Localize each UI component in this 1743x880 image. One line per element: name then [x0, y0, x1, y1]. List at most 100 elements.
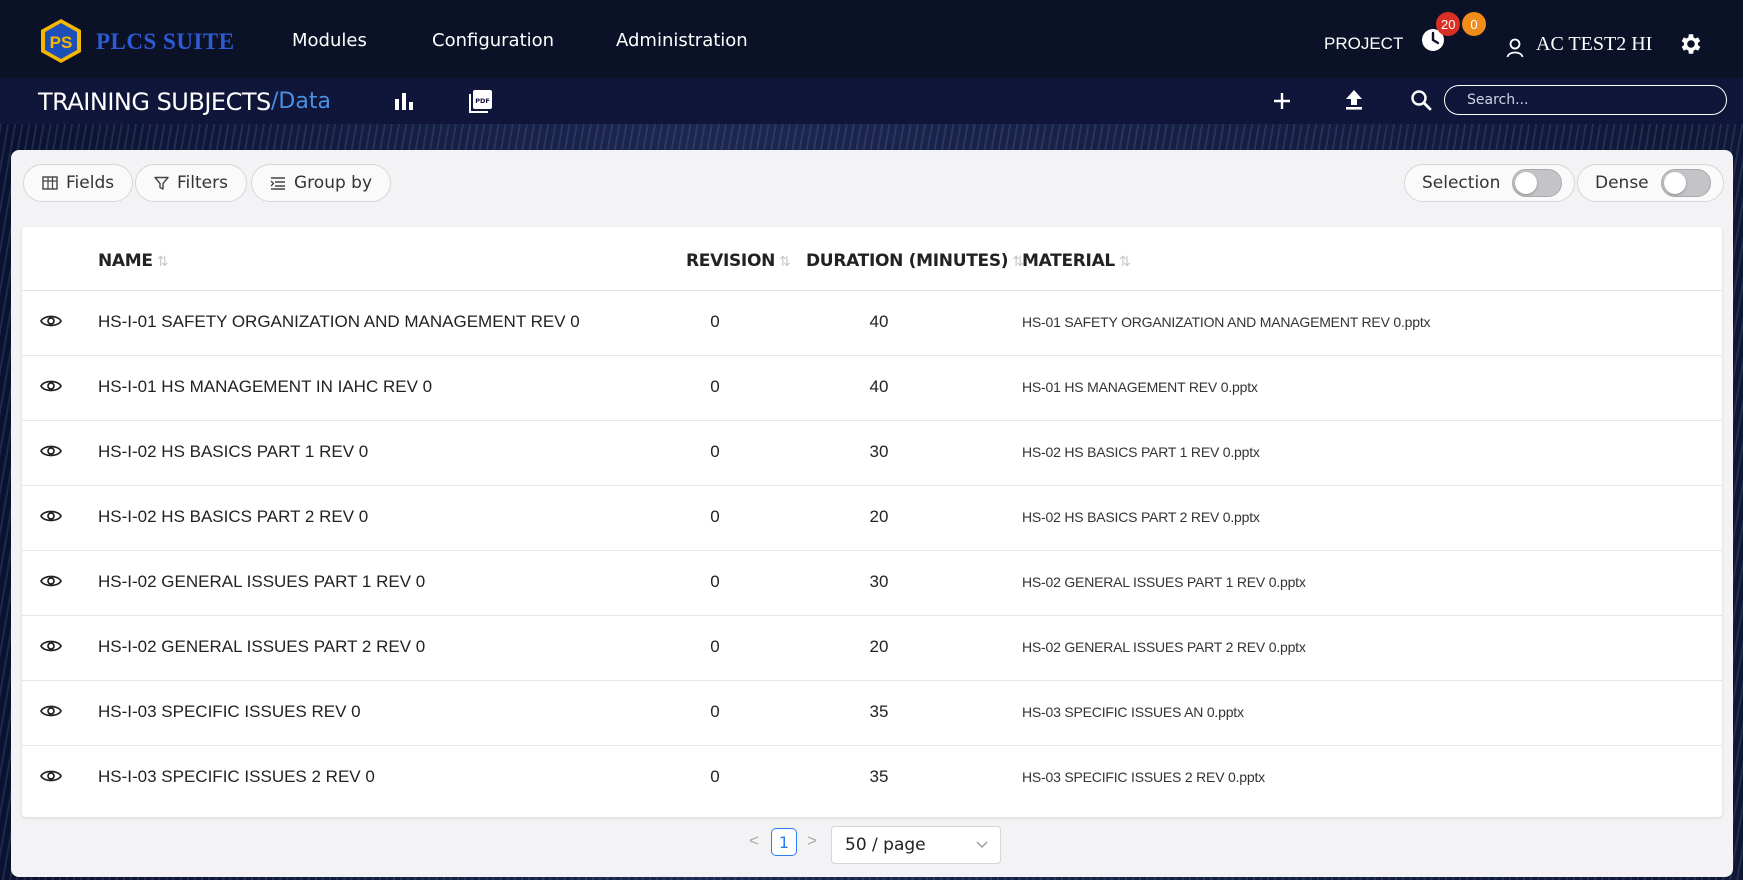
- svg-text:PDF: PDF: [475, 97, 490, 105]
- cell-material[interactable]: HS-02 GENERAL ISSUES PART 2 REV 0.pptx: [1022, 639, 1306, 655]
- cell-material[interactable]: HS-02 HS BASICS PART 2 REV 0.pptx: [1022, 509, 1260, 525]
- nav-modules[interactable]: Modules: [292, 30, 367, 51]
- ps-logo-icon[interactable]: PS: [40, 18, 82, 64]
- cell-name: HS-I-03 SPECIFIC ISSUES 2 REV 0: [98, 767, 375, 786]
- eye-icon[interactable]: [40, 703, 62, 719]
- cell-revision: 0: [710, 377, 720, 396]
- upload-icon[interactable]: [1344, 89, 1364, 111]
- nav-administration[interactable]: Administration: [616, 30, 748, 51]
- table-row[interactable]: HS-I-01 HS MANAGEMENT IN IAHC REV 0 0 40…: [22, 356, 1722, 421]
- cell-material[interactable]: HS-03 SPECIFIC ISSUES 2 REV 0.pptx: [1022, 769, 1265, 785]
- main-panel: Fields Filters Group by Selection Dense …: [11, 150, 1733, 877]
- cell-duration: 40: [869, 377, 889, 396]
- cell-name: HS-I-02 GENERAL ISSUES PART 1 REV 0: [98, 572, 426, 591]
- table-row[interactable]: HS-I-02 HS BASICS PART 2 REV 0 0 20 HS-0…: [22, 486, 1722, 551]
- brand-name[interactable]: PLCS SUITE: [96, 29, 235, 55]
- page-number-button[interactable]: 1: [771, 828, 797, 856]
- columns-icon: [42, 176, 58, 190]
- data-table: NAME ⇅ REVISION ⇅ DURATION (MINUTES) ⇅ MATE…: [22, 227, 1722, 817]
- top-navigation-bar: PS PLCS SUITE Modules Configuration Admi…: [0, 0, 1743, 78]
- cell-name: HS-I-02 HS BASICS PART 2 REV 0: [98, 507, 369, 526]
- eye-icon[interactable]: [40, 508, 62, 524]
- cell-name: HS-I-02 HS BASICS PART 1 REV 0: [98, 442, 369, 461]
- pdf-icon[interactable]: PDF: [468, 88, 494, 114]
- cell-duration: 35: [869, 702, 889, 721]
- plus-icon[interactable]: [1272, 91, 1292, 111]
- breadcrumb[interactable]: /Data: [271, 89, 331, 114]
- dense-toggle-group: Dense: [1577, 164, 1724, 202]
- column-header-name[interactable]: NAME ⇅: [98, 251, 168, 271]
- cell-duration: 30: [869, 572, 889, 591]
- page-size-value: 50 / page: [845, 835, 926, 855]
- project-selector[interactable]: PROJECT: [1324, 34, 1403, 54]
- cell-revision: 0: [710, 767, 720, 786]
- cell-duration: 20: [869, 637, 889, 656]
- eye-icon[interactable]: [40, 573, 62, 589]
- table-header: NAME ⇅ REVISION ⇅ DURATION (MINUTES) ⇅ MATE…: [22, 227, 1722, 291]
- notification-count-badge: 20: [1436, 12, 1461, 36]
- selection-toggle[interactable]: [1512, 169, 1563, 197]
- prev-page-button[interactable]: <: [749, 831, 759, 851]
- sort-icon[interactable]: ⇅: [1119, 254, 1131, 270]
- search-input[interactable]: [1444, 85, 1727, 115]
- eye-icon[interactable]: [40, 768, 62, 784]
- bar-chart-icon[interactable]: [393, 90, 415, 112]
- group-list-icon: [270, 177, 285, 190]
- selection-toggle-group: Selection: [1404, 164, 1576, 202]
- cell-duration: 35: [869, 767, 889, 786]
- filters-button[interactable]: Filters: [135, 164, 247, 202]
- nav-configuration[interactable]: Configuration: [432, 30, 554, 51]
- filter-icon: [154, 176, 169, 190]
- table-row[interactable]: HS-I-02 HS BASICS PART 1 REV 0 0 30 HS-0…: [22, 421, 1722, 486]
- column-header-material[interactable]: MATERIAL ⇅: [1022, 251, 1131, 271]
- eye-icon[interactable]: [40, 378, 62, 394]
- sort-icon[interactable]: ⇅: [779, 254, 791, 270]
- dense-label: Dense: [1595, 173, 1649, 193]
- search-icon[interactable]: [1410, 89, 1432, 111]
- gear-icon[interactable]: [1678, 31, 1704, 57]
- cell-duration: 30: [869, 442, 889, 461]
- eye-icon[interactable]: [40, 313, 62, 329]
- user-name[interactable]: AC TEST2 HI: [1536, 33, 1652, 56]
- column-header-revision[interactable]: REVISION ⇅: [686, 251, 791, 271]
- table-row[interactable]: HS-I-03 SPECIFIC ISSUES 2 REV 0 0 35 HS-…: [22, 746, 1722, 811]
- cell-revision: 0: [710, 507, 720, 526]
- table-row[interactable]: HS-I-02 GENERAL ISSUES PART 1 REV 0 0 30…: [22, 551, 1722, 616]
- cell-revision: 0: [710, 702, 720, 721]
- page-title: TRAINING SUBJECTS: [38, 88, 271, 116]
- table-row[interactable]: HS-I-01 SAFETY ORGANIZATION AND MANAGEME…: [22, 291, 1722, 356]
- cell-material[interactable]: HS-01 HS MANAGEMENT REV 0.pptx: [1022, 379, 1258, 395]
- table-row[interactable]: HS-I-03 SPECIFIC ISSUES REV 0 0 35 HS-03…: [22, 681, 1722, 746]
- sort-icon[interactable]: ⇅: [157, 254, 169, 270]
- eye-icon[interactable]: [40, 443, 62, 459]
- svg-text:PS: PS: [50, 33, 73, 52]
- fields-button[interactable]: Fields: [23, 164, 134, 202]
- table-row[interactable]: HS-I-02 GENERAL ISSUES PART 2 REV 0 0 20…: [22, 616, 1722, 681]
- fields-label: Fields: [66, 173, 115, 193]
- cell-material[interactable]: HS-03 SPECIFIC ISSUES AN 0.pptx: [1022, 704, 1244, 720]
- cell-revision: 0: [710, 572, 720, 591]
- next-page-button[interactable]: >: [807, 831, 817, 851]
- cell-material[interactable]: HS-02 HS BASICS PART 1 REV 0.pptx: [1022, 444, 1260, 460]
- column-header-duration[interactable]: DURATION (MINUTES) ⇅: [806, 251, 1024, 271]
- cell-material[interactable]: HS-02 GENERAL ISSUES PART 1 REV 0.pptx: [1022, 574, 1306, 590]
- cell-name: HS-I-01 HS MANAGEMENT IN IAHC REV 0: [98, 377, 433, 396]
- cell-duration: 40: [869, 312, 889, 331]
- filters-label: Filters: [177, 173, 228, 193]
- group-by-label: Group by: [294, 173, 373, 193]
- cell-revision: 0: [710, 442, 720, 461]
- alert-count-badge: 0: [1462, 12, 1486, 36]
- dense-toggle[interactable]: [1660, 169, 1711, 197]
- cell-material[interactable]: HS-01 SAFETY ORGANIZATION AND MANAGEMENT…: [1022, 314, 1431, 330]
- cell-name: HS-I-03 SPECIFIC ISSUES REV 0: [98, 702, 361, 721]
- user-icon[interactable]: [1506, 38, 1524, 58]
- selection-label: Selection: [1422, 173, 1501, 193]
- chevron-down-icon: [976, 841, 988, 848]
- page-size-select[interactable]: 50 / page: [831, 826, 1001, 864]
- cell-name: HS-I-02 GENERAL ISSUES PART 2 REV 0: [98, 637, 426, 656]
- eye-icon[interactable]: [40, 638, 62, 654]
- cell-revision: 0: [710, 312, 720, 331]
- group-by-button[interactable]: Group by: [251, 164, 392, 202]
- cell-name: HS-I-01 SAFETY ORGANIZATION AND MANAGEME…: [98, 312, 580, 331]
- cell-duration: 20: [869, 507, 889, 526]
